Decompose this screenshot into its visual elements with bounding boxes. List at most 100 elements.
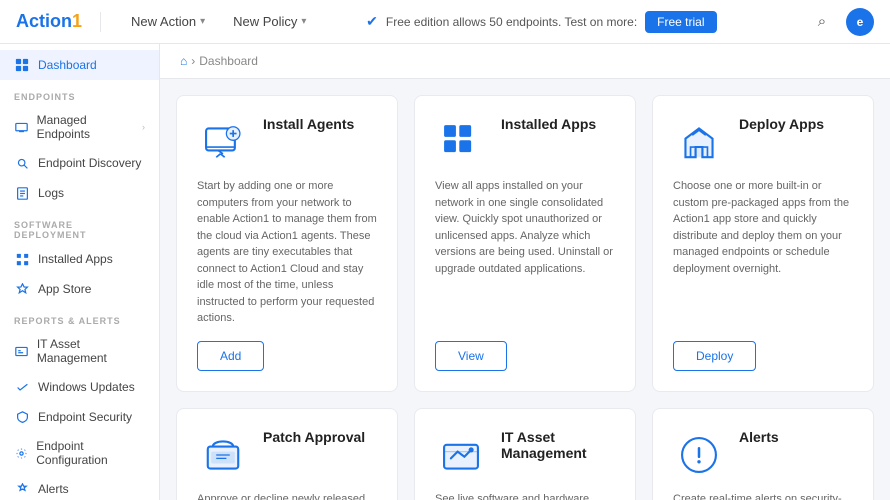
new-action-chevron: ▾	[200, 16, 205, 27]
deploy-apps-body: Choose one or more built-in or custom pr…	[673, 178, 853, 327]
sidebar-item-it-asset[interactable]: IT Asset Management	[0, 330, 159, 372]
view-button-installed-apps[interactable]: View	[435, 341, 507, 371]
new-action-label: New Action	[131, 14, 196, 29]
install-agents-title: Install Agents	[263, 116, 354, 132]
card-it-asset-title-area: IT Asset Management	[501, 429, 615, 465]
cards-grid: Install Agents Start by adding one or mo…	[160, 79, 890, 500]
search-icon[interactable]: ⌕	[808, 8, 836, 36]
new-policy-chevron: ▾	[301, 16, 306, 27]
managed-endpoints-label: Managed Endpoints	[37, 113, 134, 141]
sidebar-item-installed-apps[interactable]: Installed Apps	[0, 244, 159, 274]
card-installed-apps: Installed Apps View all apps installed o…	[414, 95, 636, 392]
card-alerts-header: Alerts	[673, 429, 853, 481]
card-deploy-apps: Deploy Apps Choose one or more built-in …	[652, 95, 874, 392]
patch-approval-icon	[197, 429, 249, 481]
free-trial-button[interactable]: Free trial	[645, 11, 716, 33]
new-policy-button[interactable]: New Policy ▾	[219, 8, 320, 35]
section-endpoints: ENDPOINTS	[0, 80, 159, 106]
it-asset-title: IT Asset Management	[501, 429, 615, 461]
installed-apps-icon	[435, 116, 487, 168]
deploy-button[interactable]: Deploy	[673, 341, 756, 371]
deploy-apps-title: Deploy Apps	[739, 116, 824, 132]
deploy-apps-footer: Deploy	[673, 341, 853, 371]
logo-num: 1	[72, 11, 82, 31]
windows-updates-icon	[14, 379, 30, 395]
breadcrumb-home[interactable]: ⌂	[180, 54, 187, 68]
installed-apps-nav-label: Installed Apps	[38, 252, 113, 266]
topbar-divider	[100, 12, 101, 32]
promo-icon: ✔	[366, 13, 378, 30]
app-store-label: App Store	[38, 282, 91, 296]
topbar: Action1 New Action ▾ New Policy ▾ ✔ Free…	[0, 0, 890, 44]
topbar-actions: ⌕ e	[808, 8, 874, 36]
install-agents-footer: Add	[197, 341, 377, 371]
card-it-asset-management: IT Asset Management See live software an…	[414, 408, 636, 500]
sidebar: Dashboard ENDPOINTS Managed Endpoints › …	[0, 44, 160, 500]
card-patch-approval-header: Patch Approval	[197, 429, 377, 481]
patch-approval-body: Approve or decline newly released update…	[197, 491, 377, 500]
it-asset-nav-label: IT Asset Management	[37, 337, 145, 365]
installed-apps-nav-icon	[14, 251, 30, 267]
endpoint-security-label: Endpoint Security	[38, 410, 132, 424]
it-asset-body: See live software and hardware informati…	[435, 491, 615, 500]
section-reports-alerts: REPORTS & ALERTS	[0, 304, 159, 330]
endpoint-security-icon	[14, 409, 30, 425]
sidebar-item-windows-updates[interactable]: Windows Updates	[0, 372, 159, 402]
card-installed-apps-title-area: Installed Apps	[501, 116, 596, 136]
deploy-apps-icon	[673, 116, 725, 168]
alerts-nav-label: Alerts	[38, 482, 69, 496]
breadcrumb: ⌂ › Dashboard	[160, 44, 890, 79]
endpoint-discovery-label: Endpoint Discovery	[38, 156, 141, 170]
logo-action: Action	[16, 11, 72, 31]
card-install-agents-title-area: Install Agents	[263, 116, 354, 136]
card-install-agents-header: Install Agents	[197, 116, 377, 168]
windows-updates-label: Windows Updates	[38, 380, 135, 394]
sidebar-item-logs[interactable]: Logs	[0, 178, 159, 208]
installed-apps-body: View all apps installed on your network …	[435, 178, 615, 327]
sidebar-item-endpoint-config[interactable]: Endpoint Configuration	[0, 432, 159, 474]
card-it-asset-header: IT Asset Management	[435, 429, 615, 481]
installed-apps-footer: View	[435, 341, 615, 371]
it-asset-nav-icon	[14, 343, 29, 359]
managed-endpoints-arrow: ›	[142, 122, 145, 132]
sidebar-item-alerts[interactable]: Alerts	[0, 474, 159, 500]
endpoint-config-icon	[14, 445, 28, 461]
topbar-promo: ✔ Free edition allows 50 endpoints. Test…	[366, 11, 716, 33]
main-content: ⌂ › Dashboard	[160, 44, 890, 500]
alerts-card-icon	[673, 429, 725, 481]
patch-approval-title: Patch Approval	[263, 429, 365, 445]
logo: Action1	[16, 11, 82, 32]
card-installed-apps-header: Installed Apps	[435, 116, 615, 168]
avatar[interactable]: e	[846, 8, 874, 36]
endpoint-config-label: Endpoint Configuration	[36, 439, 145, 467]
card-install-agents: Install Agents Start by adding one or mo…	[176, 95, 398, 392]
card-patch-approval-title-area: Patch Approval	[263, 429, 365, 449]
sidebar-item-endpoint-security[interactable]: Endpoint Security	[0, 402, 159, 432]
app-store-icon	[14, 281, 30, 297]
dashboard-icon	[14, 57, 30, 73]
install-agents-icon	[197, 116, 249, 168]
topbar-nav: New Action ▾ New Policy ▾	[117, 8, 320, 35]
sidebar-item-dashboard[interactable]: Dashboard	[0, 50, 159, 80]
card-alerts-title-area: Alerts	[739, 429, 779, 449]
layout: Dashboard ENDPOINTS Managed Endpoints › …	[0, 44, 890, 500]
alerts-nav-icon	[14, 481, 30, 497]
card-patch-approval: Patch Approval Approve or decline newly …	[176, 408, 398, 500]
new-policy-label: New Policy	[233, 14, 297, 29]
sidebar-item-app-store[interactable]: App Store	[0, 274, 159, 304]
logs-label: Logs	[38, 186, 64, 200]
dashboard-label: Dashboard	[38, 58, 97, 72]
section-software-deployment: SOFTWARE DEPLOYMENT	[0, 208, 159, 244]
sidebar-item-managed-endpoints[interactable]: Managed Endpoints ›	[0, 106, 159, 148]
alerts-body: Create real-time alerts on security-rela…	[673, 491, 853, 500]
new-action-button[interactable]: New Action ▾	[117, 8, 219, 35]
sidebar-item-endpoint-discovery[interactable]: Endpoint Discovery	[0, 148, 159, 178]
install-agents-body: Start by adding one or more computers fr…	[197, 178, 377, 327]
promo-text: Free edition allows 50 endpoints. Test o…	[386, 15, 637, 29]
alerts-title: Alerts	[739, 429, 779, 445]
installed-apps-title: Installed Apps	[501, 116, 596, 132]
managed-endpoints-icon	[14, 119, 29, 135]
add-button[interactable]: Add	[197, 341, 264, 371]
breadcrumb-separator: ›	[191, 54, 195, 68]
endpoint-discovery-icon	[14, 155, 30, 171]
